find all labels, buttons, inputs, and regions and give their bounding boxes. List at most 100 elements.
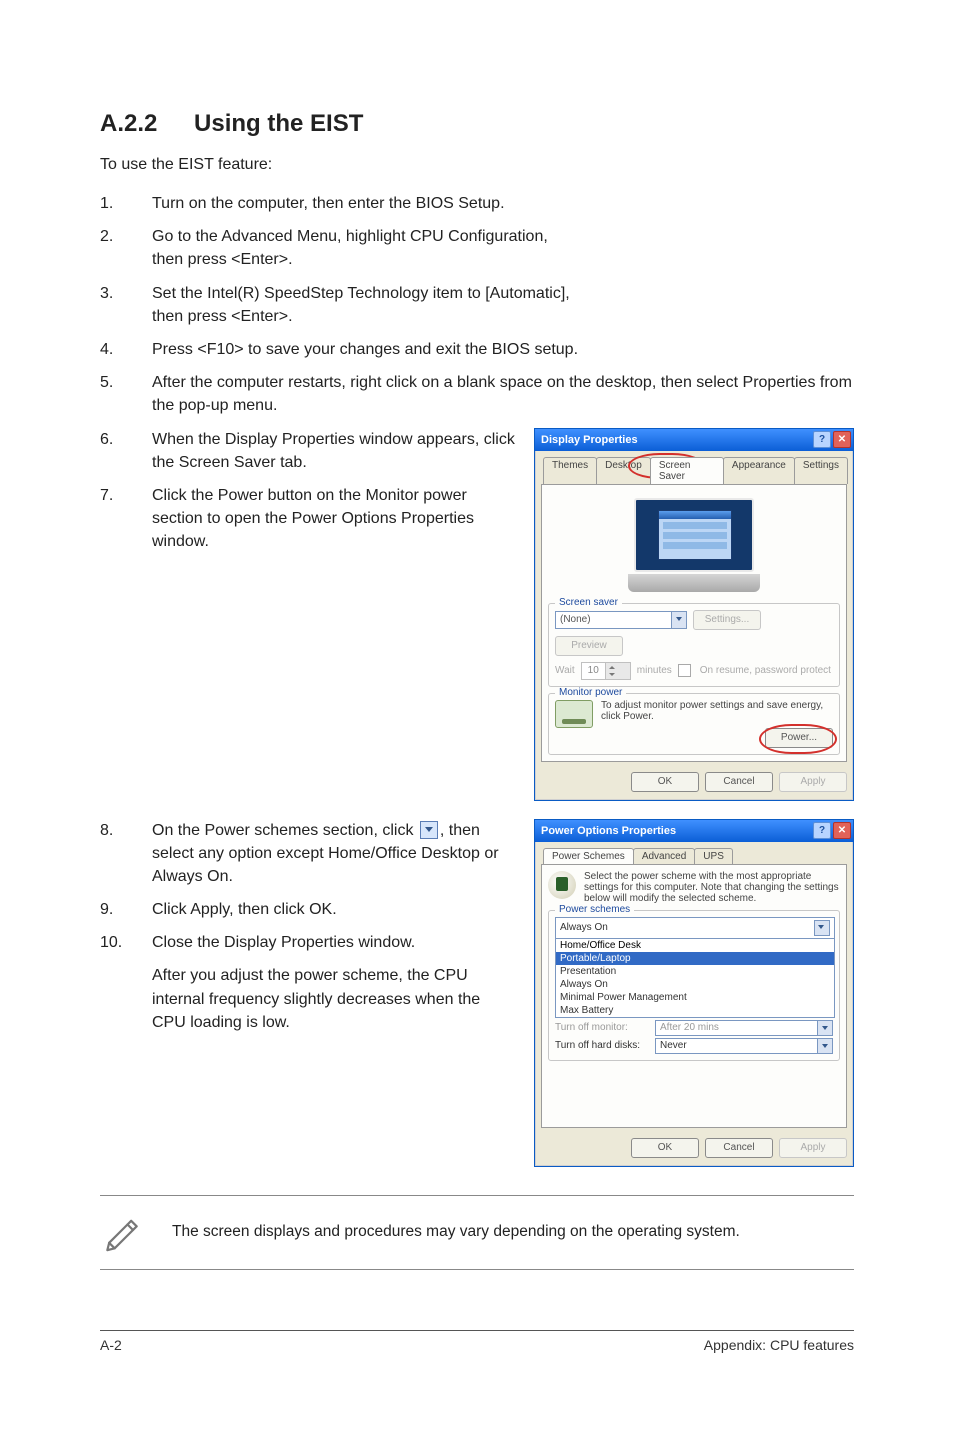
preview-button[interactable]: Preview (555, 636, 623, 656)
chevron-down-icon (671, 612, 686, 628)
description-row: Select the power scheme with the most ap… (548, 871, 840, 904)
wait-spinner[interactable]: 10 (581, 662, 631, 680)
tab-pane-power-schemes: Select the power scheme with the most ap… (541, 864, 847, 1128)
document-page: A.2.2 Using the EIST To use the EIST fea… (0, 0, 954, 1453)
steps-list: 1.Turn on the computer, then enter the B… (100, 192, 854, 418)
turn-off-monitor-row: Turn off monitor: After 20 mins (555, 1020, 833, 1036)
tab-row: Power Schemes Advanced UPS (543, 848, 847, 864)
scheme-option[interactable]: Max Battery (556, 1004, 834, 1017)
step-text: Click Apply, then click OK. (152, 898, 337, 921)
group-power-schemes: Power schemes Always On Home/Office Desk… (548, 910, 840, 1061)
monitor-power-icon (555, 700, 593, 728)
screensaver-select[interactable]: (None) (555, 611, 687, 629)
onresume-label: On resume, password protect (700, 665, 831, 676)
ok-button[interactable]: OK (631, 772, 699, 792)
steps-list-cont: 6.When the Display Properties window app… (100, 428, 518, 554)
wait-label: Wait (555, 665, 575, 676)
settings-button[interactable]: Settings... (693, 610, 761, 630)
note-text: The screen displays and procedures may v… (172, 1221, 740, 1243)
group-label: Power schemes (555, 904, 634, 915)
step-number: 5. (100, 371, 152, 417)
scheme-option[interactable]: Portable/Laptop (556, 952, 834, 965)
footer-page-number: A-2 (100, 1337, 122, 1353)
plug-icon (548, 871, 576, 899)
note-pencil-icon (100, 1208, 144, 1257)
step-text: When the Display Properties window appea… (152, 428, 518, 474)
group-label: Screen saver (555, 597, 622, 608)
power-button[interactable]: Power... (765, 728, 833, 748)
scheme-selected: Always On (560, 922, 608, 933)
dialog-button-row: OK Cancel Apply (535, 1134, 853, 1166)
section-title-text: Using the EIST (194, 110, 363, 137)
tab-power-schemes[interactable]: Power Schemes (543, 848, 634, 864)
monitor-preview (548, 491, 840, 597)
monitor-power-text: To adjust monitor power settings and sav… (601, 700, 833, 722)
step-text: Set the Intel(R) SpeedStep Technology it… (152, 282, 570, 328)
turn-off-monitor-select[interactable]: After 20 mins (655, 1020, 833, 1036)
note-box: The screen displays and procedures may v… (100, 1195, 854, 1270)
section-number: A.2.2 (100, 110, 157, 137)
step-text: Close the Display Properties window. Aft… (152, 931, 518, 1034)
scheme-option[interactable]: Always On (556, 978, 834, 991)
titlebar[interactable]: Display Properties ? ✕ (535, 429, 853, 451)
apply-button[interactable]: Apply (779, 1138, 847, 1158)
minutes-label: minutes (637, 665, 672, 676)
dropdown-arrow-icon (420, 821, 438, 839)
step-number: 8. (100, 819, 152, 889)
close-button[interactable]: ✕ (833, 822, 851, 839)
step-text: After the computer restarts, right click… (152, 371, 854, 417)
titlebar-text: Power Options Properties (541, 825, 811, 837)
tab-screensaver[interactable]: Screen Saver (650, 457, 724, 484)
step-text: Go to the Advanced Menu, highlight CPU C… (152, 225, 548, 271)
step-number: 3. (100, 282, 152, 328)
footer-divider (100, 1330, 854, 1331)
step-number: 10. (100, 931, 152, 1034)
scheme-list: Home/Office Desk Portable/Laptop Present… (556, 938, 834, 1017)
close-button[interactable]: ✕ (833, 431, 851, 448)
tab-desktop[interactable]: Desktop (596, 457, 651, 484)
row-steps-6-7: 6.When the Display Properties window app… (100, 428, 854, 801)
row-label: Turn off hard disks: (555, 1040, 655, 1051)
step-text: On the Power schemes section, click , th… (152, 819, 518, 889)
chevron-down-icon (817, 1039, 832, 1053)
tab-settings[interactable]: Settings (794, 457, 848, 484)
intro-text: To use the EIST feature: (100, 156, 854, 174)
step-text: Turn on the computer, then enter the BIO… (152, 192, 505, 215)
tab-appearance[interactable]: Appearance (723, 457, 795, 484)
step-number: 6. (100, 428, 152, 474)
description-text: Select the power scheme with the most ap… (584, 871, 840, 904)
onresume-checkbox[interactable] (678, 664, 691, 677)
cancel-button[interactable]: Cancel (705, 772, 773, 792)
tab-advanced[interactable]: Advanced (633, 848, 695, 864)
help-button[interactable]: ? (813, 431, 831, 448)
apply-button[interactable]: Apply (779, 772, 847, 792)
turn-off-harddisks-row: Turn off hard disks: Never (555, 1038, 833, 1054)
step-number: 7. (100, 484, 152, 554)
titlebar-text: Display Properties (541, 434, 811, 446)
step-text: Click the Power button on the Monitor po… (152, 484, 518, 554)
group-monitor-power: Monitor power To adjust monitor power se… (548, 693, 840, 755)
step-number: 4. (100, 338, 152, 361)
tab-themes[interactable]: Themes (543, 457, 597, 484)
scheme-option[interactable]: Home/Office Desk (556, 939, 834, 952)
power-options-dialog: Power Options Properties ? ✕ Power Schem… (534, 819, 854, 1167)
display-properties-dialog: Display Properties ? ✕ Themes Desktop Sc… (534, 428, 854, 801)
step-number: 9. (100, 898, 152, 921)
row-label: Turn off monitor: (555, 1022, 655, 1033)
row-steps-8-10: 8. On the Power schemes section, click ,… (100, 819, 854, 1167)
chevron-down-icon (817, 1021, 832, 1035)
footer-section-name: Appendix: CPU features (704, 1337, 854, 1353)
tab-ups[interactable]: UPS (694, 848, 733, 864)
ok-button[interactable]: OK (631, 1138, 699, 1158)
scheme-option[interactable]: Minimal Power Management (556, 991, 834, 1004)
dialog-button-row: OK Cancel Apply (535, 768, 853, 800)
titlebar[interactable]: Power Options Properties ? ✕ (535, 820, 853, 842)
group-screensaver: Screen saver (None) Settings... Preview … (548, 603, 840, 687)
turn-off-harddisks-select[interactable]: Never (655, 1038, 833, 1054)
scheme-dropdown[interactable]: Always On Home/Office Desk Portable/Lapt… (555, 917, 835, 1018)
group-label: Monitor power (555, 687, 626, 698)
help-button[interactable]: ? (813, 822, 831, 839)
cancel-button[interactable]: Cancel (705, 1138, 773, 1158)
scheme-option[interactable]: Presentation (556, 965, 834, 978)
steps-list-cont2: 8. On the Power schemes section, click ,… (100, 819, 518, 1035)
